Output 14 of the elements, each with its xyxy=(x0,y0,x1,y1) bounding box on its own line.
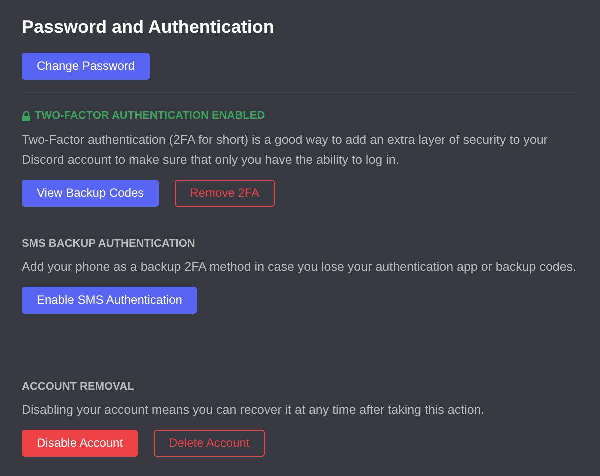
outline-button[interactable]: Delete Account xyxy=(154,430,265,458)
status-heading: TWO-FACTOR AUTHENTICATION ENABLED xyxy=(35,109,266,124)
section-heading: ACCOUNT REMOVAL xyxy=(22,380,134,394)
description-text: Add your phone as a backup 2FA method in case you lose your authentication app or backup codes. xyxy=(22,258,578,276)
section-heading: SMS BACKUP AUTHENTICATION xyxy=(22,236,196,251)
primary-button[interactable]: View Backup Codes xyxy=(22,180,160,207)
lock-icon xyxy=(22,111,31,122)
description-text: Disabling your account means you can recover it at any time after taking this action. xyxy=(22,402,486,420)
page-title: Password and Authentication xyxy=(22,16,276,39)
danger-button[interactable]: Disable Account xyxy=(22,430,138,458)
primary-button[interactable]: Enable SMS Authentication xyxy=(22,286,198,314)
primary-button[interactable]: Change Password xyxy=(22,53,150,80)
description-text: Two-Factor authentication (2FA for short) is a good way to add an extra layer of security to your Discord account to make sure that only you have the ability to log in. xyxy=(22,132,549,169)
outline-button[interactable]: Remove 2FA xyxy=(175,180,275,207)
